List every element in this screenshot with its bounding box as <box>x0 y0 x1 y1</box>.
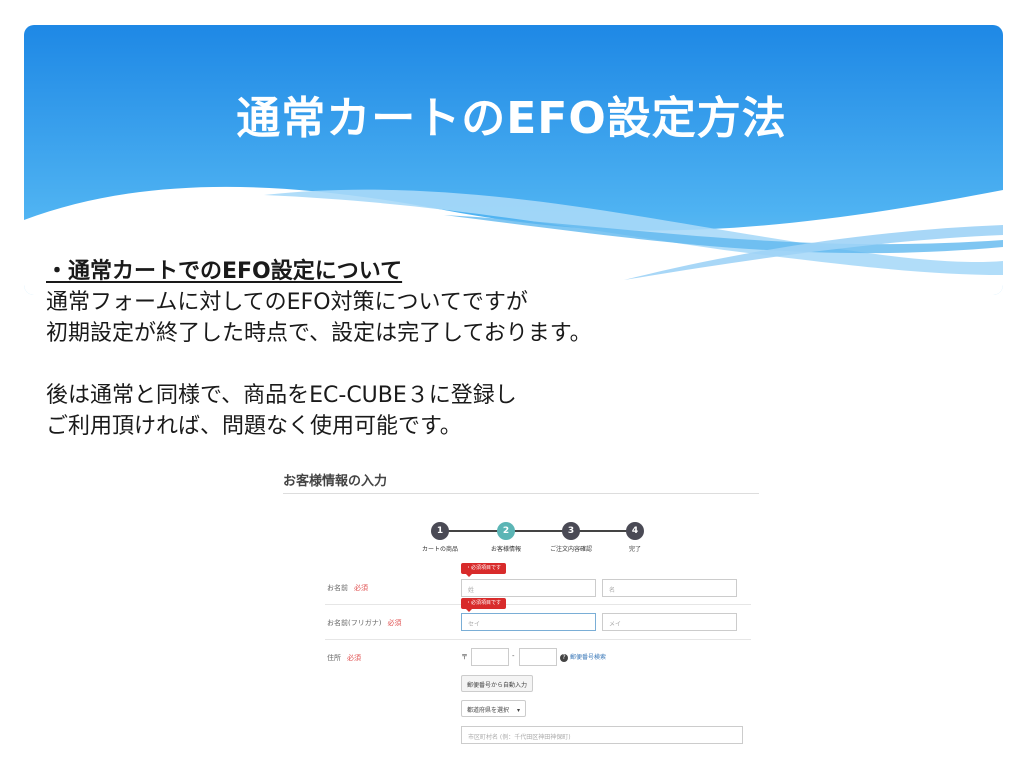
help-icon: ? <box>560 654 568 662</box>
step-number: 2 <box>497 522 515 540</box>
form-screenshot: お客様情報の入力 1 カートの商品 2 お客様情報 3 ご注文内容確認 4 完了… <box>283 462 761 752</box>
error-tag-kana: ・必須項目です <box>461 598 507 612</box>
postal-search-link[interactable]: ? 郵便番号検索 <box>560 652 606 662</box>
prefecture-select-value: 都道府県を選択 <box>467 707 510 714</box>
body-line-2: 初期設定が終了した時点で、設定は完了しております。 <box>46 321 592 346</box>
first-kana-input[interactable]: メイ <box>602 613 737 631</box>
slide-body: ・通常カートでのEFO設定について 通常フォームに対してのEFO対策についてです… <box>46 256 592 442</box>
title-banner <box>24 25 1003 295</box>
row-divider <box>325 604 751 605</box>
postal-mark: 〒 <box>461 653 468 661</box>
required-badge: 必須 <box>387 619 402 627</box>
required-badge: 必須 <box>347 654 361 662</box>
postal-code-2-input[interactable] <box>519 648 557 666</box>
first-name-input[interactable]: 名 <box>602 579 737 597</box>
body-line-3: 後は通常と同様で、商品をEC-CUBE３に登録し <box>46 383 517 408</box>
kana-label-text: お名前(フリガナ) <box>327 619 382 627</box>
slide-title: 通常カートのEFO設定方法 <box>236 93 787 144</box>
step-number: 1 <box>431 522 449 540</box>
chevron-down-icon: ▾ <box>517 707 521 714</box>
section-heading: ・通常カートでのEFO設定について <box>46 259 403 284</box>
last-name-input[interactable]: 姓 <box>461 579 596 597</box>
name-label-text: お名前 <box>327 584 348 592</box>
row-divider <box>325 639 751 640</box>
required-badge: 必須 <box>354 584 368 592</box>
postal-code-1-input[interactable] <box>471 648 509 666</box>
step-number: 4 <box>626 522 644 540</box>
body-line-4: ご利用頂ければ、問題なく使用可能です。 <box>46 414 462 439</box>
address-label: 住所 必須 <box>327 653 361 663</box>
postal-search-text: 郵便番号検索 <box>570 654 607 661</box>
body-line-1: 通常フォームに対してのEFO対策についてですが <box>46 290 528 315</box>
prefecture-select[interactable]: 都道府県を選択 ▾ <box>461 700 527 717</box>
banner-wave-graphic <box>24 25 1003 295</box>
address-label-text: 住所 <box>327 654 341 662</box>
step-complete: 4 完了 <box>590 522 680 553</box>
form-title: お客様情報の入力 <box>283 474 388 489</box>
postal-dash: - <box>512 652 515 660</box>
last-kana-input[interactable]: セイ <box>461 613 596 631</box>
form-title-divider <box>283 493 759 494</box>
name-label: お名前 必須 <box>327 583 368 593</box>
step-label: 完了 <box>628 546 641 553</box>
auto-fill-button[interactable]: 郵便番号から自動入力 <box>461 675 534 692</box>
kana-label: お名前(フリガナ) 必須 <box>327 618 401 628</box>
error-tag-name: ・必須項目です <box>461 563 507 577</box>
step-number: 3 <box>562 522 580 540</box>
city-input[interactable]: 市区町村名 (例：千代田区神田神保町) <box>461 726 743 744</box>
